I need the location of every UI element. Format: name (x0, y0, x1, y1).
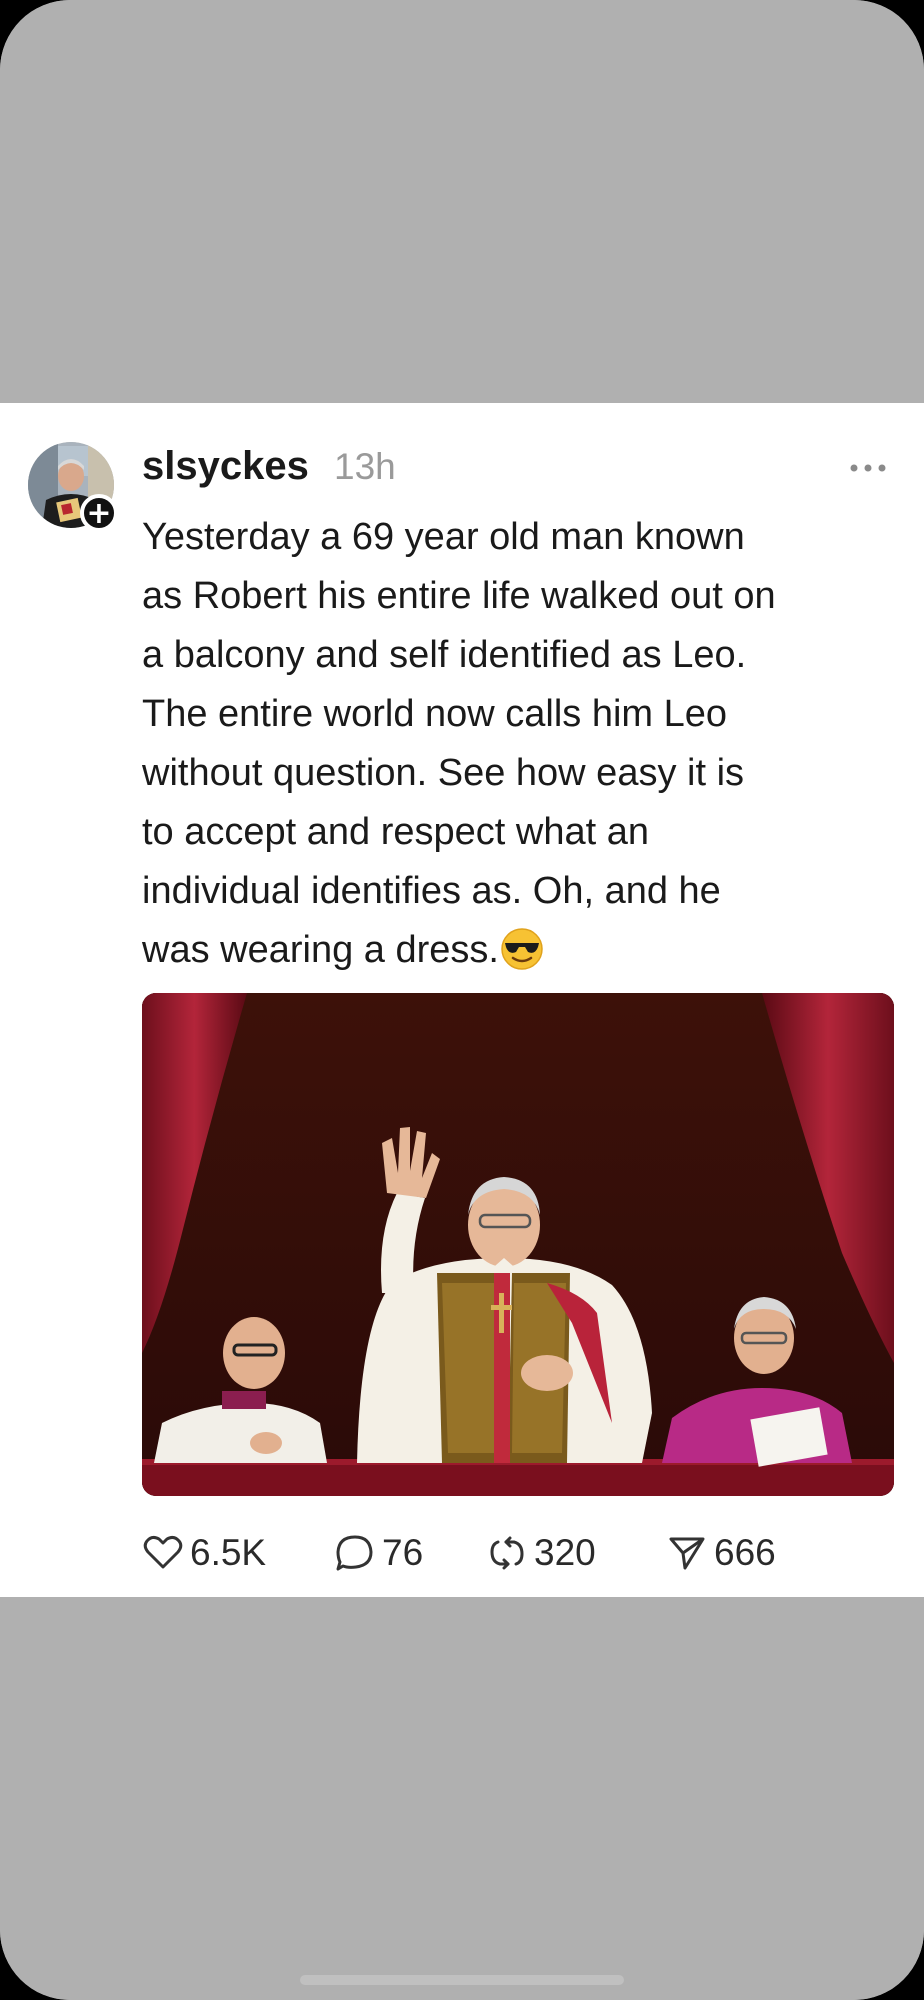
send-icon (669, 1537, 705, 1570)
username[interactable]: slsyckes (142, 444, 309, 489)
phone-screen: + slsyckes 13h Yesterday a 69 year old m… (0, 0, 924, 2000)
post-text: Yesterday a 69 year old man known as Rob… (142, 508, 902, 988)
repost-count: 320 (534, 1532, 596, 1573)
follow-plus-icon[interactable]: + (80, 494, 118, 532)
share-button[interactable]: 666 (666, 1528, 776, 1578)
post-text-body: Yesterday a 69 year old man known as Rob… (142, 516, 776, 971)
author-avatar[interactable]: + (28, 442, 118, 532)
share-count: 666 (714, 1532, 776, 1573)
post-timestamp: 13h (334, 446, 396, 487)
like-button[interactable]: 6.5K (142, 1528, 266, 1578)
home-indicator[interactable] (300, 1975, 624, 1985)
like-count: 6.5K (190, 1532, 267, 1573)
bottom-gray-area (0, 1597, 924, 2000)
post-image[interactable] (142, 993, 894, 1496)
heart-icon (143, 1535, 183, 1569)
sunglasses-emoji-icon (501, 928, 543, 988)
reply-bubble-icon (336, 1535, 373, 1571)
top-gray-area (0, 0, 924, 403)
repost-icon (490, 1536, 524, 1570)
reply-button[interactable]: 76 (334, 1528, 423, 1578)
more-dots-icon[interactable] (846, 448, 890, 488)
reply-count: 76 (382, 1532, 424, 1573)
repost-button[interactable]: 320 (486, 1528, 596, 1578)
